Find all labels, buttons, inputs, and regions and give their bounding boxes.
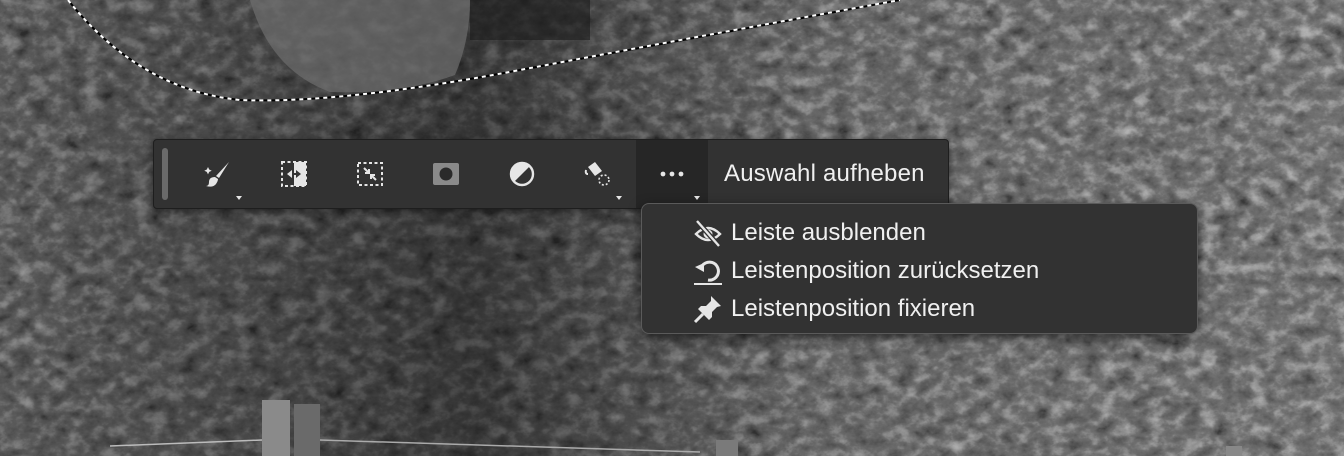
menu-item-hide-bar[interactable]: Leiste ausblenden — [642, 214, 1197, 252]
dropdown-caret-icon — [694, 196, 700, 200]
fill-selection-button[interactable] — [560, 140, 636, 208]
more-options-icon — [657, 159, 687, 189]
menu-item-label: Leistenposition zurücksetzen — [731, 257, 1040, 284]
select-subject-icon — [279, 159, 309, 189]
dropdown-caret-icon — [236, 196, 242, 200]
pin-icon — [692, 294, 724, 324]
select-subject-button[interactable] — [256, 140, 332, 208]
menu-item-pin-position[interactable]: Leistenposition fixieren — [642, 290, 1197, 328]
generative-fill-button[interactable] — [180, 140, 256, 208]
more-options-button[interactable] — [636, 140, 708, 208]
transform-selection-icon — [355, 159, 385, 189]
hide-eye-icon — [692, 218, 724, 248]
menu-item-label: Leiste ausblenden — [731, 219, 926, 246]
menu-item-label: Leistenposition fixieren — [731, 295, 976, 322]
brush-icon — [203, 159, 233, 189]
drag-handle[interactable] — [162, 148, 168, 200]
deselect-button[interactable]: Auswahl aufheben — [708, 160, 941, 188]
adjustment-layer-icon — [507, 159, 537, 189]
dropdown-caret-icon — [616, 196, 622, 200]
fill-icon — [583, 159, 613, 189]
adjustment-layer-button[interactable] — [484, 140, 560, 208]
more-options-menu: Leiste ausblenden Leistenposition zurück… — [641, 203, 1198, 334]
transform-selection-button[interactable] — [332, 140, 408, 208]
menu-item-reset-position[interactable]: Leistenposition zurücksetzen — [642, 252, 1197, 290]
mask-icon — [431, 159, 461, 189]
create-mask-button[interactable] — [408, 140, 484, 208]
reset-rotate-icon — [692, 256, 724, 286]
contextual-task-bar: Auswahl aufheben — [153, 139, 949, 209]
